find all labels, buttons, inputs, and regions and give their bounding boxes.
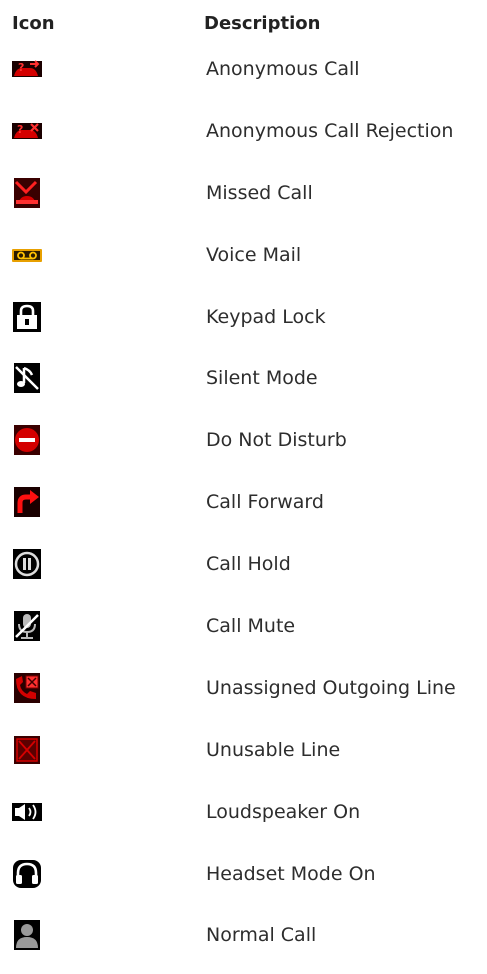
- normal-call-icon: [12, 920, 42, 951]
- table-row: Silent Mode: [0, 355, 487, 417]
- table-row: Headset Mode On: [0, 851, 487, 913]
- svg-text:?: ?: [18, 61, 24, 74]
- row-description: Anonymous Call: [206, 58, 360, 80]
- table-row: Do Not Disturb: [0, 417, 487, 479]
- do-not-disturb-icon: [12, 425, 42, 456]
- table-row: ? Anonymous Call Rejection: [0, 108, 487, 170]
- table-row: Call Hold: [0, 541, 487, 603]
- table-row: ? Anonymous Call: [0, 46, 487, 108]
- icon-table: ? Anonymous Call ? Anonymous Call Reject…: [0, 46, 487, 974]
- row-description: Loudspeaker On: [206, 800, 361, 823]
- table-row: Loudspeaker On: [0, 789, 487, 851]
- anonymous-call-rejection-icon: ?: [12, 116, 42, 146]
- table-row: Normal Call: [0, 912, 487, 974]
- svg-text:?: ?: [17, 123, 23, 136]
- voice-mail-icon: [12, 240, 42, 270]
- row-description: Silent Mode: [206, 367, 318, 390]
- table-row: Unusable Line: [0, 727, 487, 789]
- table-row: Call Forward: [0, 479, 487, 541]
- row-description: Unassigned Outgoing Line: [206, 676, 456, 699]
- table-row: Call Mute: [0, 603, 487, 665]
- silent-mode-icon: [12, 363, 42, 394]
- row-description: Call Mute: [206, 615, 296, 638]
- call-mute-icon: [12, 611, 42, 642]
- row-description: Call Forward: [206, 491, 324, 514]
- table-header: Icon Description: [0, 10, 487, 38]
- icon-column-header: Icon: [12, 13, 55, 34]
- table-row: Voice Mail: [0, 232, 487, 294]
- row-description: Missed Call: [206, 181, 313, 204]
- unassigned-outgoing-line-icon: [12, 672, 42, 703]
- headset-icon: [12, 859, 42, 889]
- row-description: Call Hold: [206, 553, 291, 576]
- missed-call-icon: [12, 177, 42, 208]
- row-description: Unusable Line: [206, 738, 341, 761]
- row-description: Headset Mode On: [206, 862, 376, 885]
- description-column-header: Description: [204, 13, 321, 34]
- row-description: Do Not Disturb: [206, 429, 347, 452]
- unusable-line-icon: [12, 735, 42, 765]
- call-forward-icon: [12, 487, 42, 518]
- table-row: Missed Call: [0, 170, 487, 232]
- call-hold-icon: [12, 549, 42, 580]
- row-description: Anonymous Call Rejection: [206, 119, 454, 142]
- loudspeaker-icon: [12, 797, 42, 827]
- keypad-lock-icon: [12, 301, 42, 332]
- table-row: Unassigned Outgoing Line: [0, 665, 487, 727]
- row-description: Keypad Lock: [206, 305, 326, 328]
- table-row: Keypad Lock: [0, 294, 487, 356]
- row-description: Voice Mail: [206, 243, 302, 266]
- row-description: Normal Call: [206, 924, 317, 947]
- anonymous-call-icon: ?: [12, 54, 42, 84]
